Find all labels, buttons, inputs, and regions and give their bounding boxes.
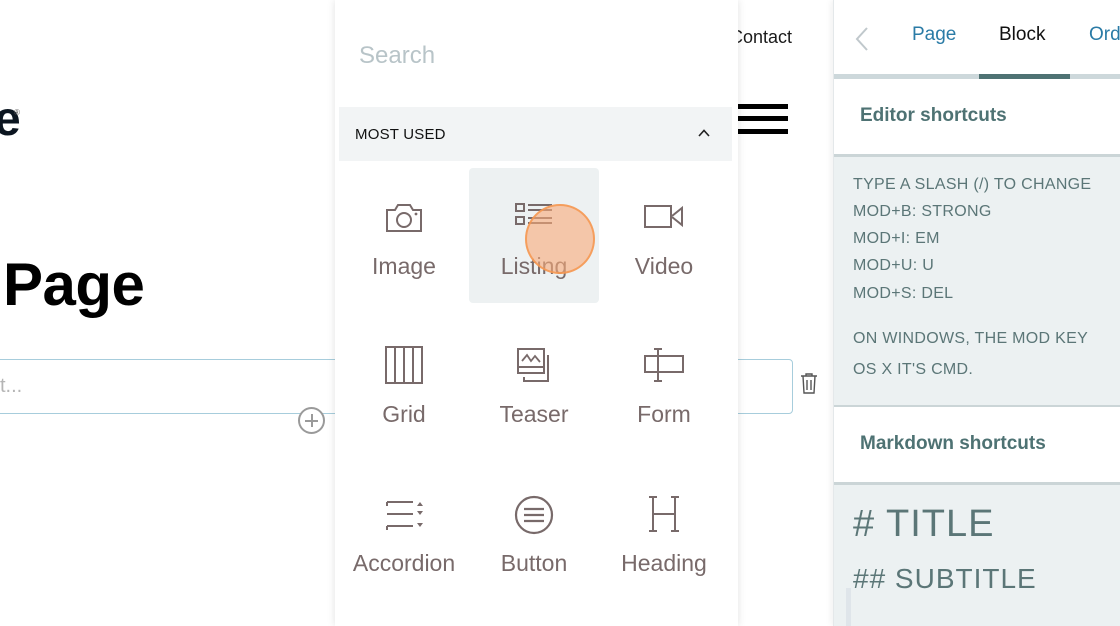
nav-link-contact[interactable]: Contact [730, 27, 792, 48]
block-option-image[interactable]: Image [339, 168, 469, 303]
block-option-button[interactable]: Button [469, 465, 599, 600]
trash-icon[interactable] [799, 372, 819, 394]
markdown-shortcuts-header[interactable]: Markdown shortcuts [834, 407, 1120, 483]
block-option-grid[interactable]: Grid [339, 316, 469, 451]
block-label: Teaser [499, 401, 569, 427]
accordion-icon [386, 501, 423, 530]
shortcut-line: MOD+S: DEL [853, 285, 954, 302]
block-option-heading[interactable]: Heading [599, 465, 729, 600]
form-field-icon [644, 348, 684, 382]
group-most-used[interactable]: MOST USED [339, 107, 732, 161]
block-option-listing[interactable]: Listing [469, 168, 599, 303]
plus-circle-icon[interactable] [298, 407, 325, 434]
section-title: Markdown shortcuts [860, 433, 1046, 454]
block-label: Button [500, 550, 568, 576]
video-camera-icon [644, 205, 683, 228]
teaser-image-icon [517, 348, 549, 382]
block-label: Form [637, 401, 691, 427]
markdown-shortcuts-body: # TITLE ## SUBTITLE [834, 485, 1120, 626]
shortcut-line: MOD+U: U [853, 257, 935, 274]
shortcut-note: ON WINDOWS, THE MOD KEY [853, 330, 1089, 347]
sidebar: Page Block Order Editor shortcuts TYPE A… [833, 0, 1120, 626]
sidebar-tabs: Page Block Order [834, 0, 1120, 79]
logo-registered-mark: ® [14, 108, 20, 117]
block-label: Heading [621, 550, 707, 576]
block-chooser: MOST USED Image Listing [335, 0, 738, 626]
shortcut-line: MOD+B: STRONG [853, 203, 992, 220]
editor-shortcuts-body: TYPE A SLASH (/) TO CHANGE MOD+B: STRONG… [834, 157, 1120, 407]
group-title: MOST USED [355, 126, 446, 143]
page-title[interactable]: Page [3, 255, 145, 315]
hamburger-icon[interactable] [738, 104, 788, 136]
block-option-accordion[interactable]: Accordion [339, 465, 469, 600]
tab-order[interactable]: Order [1089, 24, 1120, 46]
site-logo[interactable]: e [0, 96, 21, 144]
block-label: Video [634, 253, 694, 279]
scrollbar[interactable] [846, 588, 851, 626]
block-option-teaser[interactable]: Teaser [469, 316, 599, 451]
section-title: Editor shortcuts [860, 105, 1007, 126]
tab-block[interactable]: Block [999, 24, 1045, 46]
chevron-left-icon[interactable] [854, 26, 870, 52]
grid-columns-icon [385, 346, 423, 384]
markdown-title-example: # TITLE [853, 503, 995, 545]
block-label: Grid [382, 401, 426, 427]
block-option-video[interactable]: Video [599, 168, 729, 303]
markdown-subtitle-example: ## SUBTITLE [853, 563, 1037, 594]
shortcut-line: TYPE A SLASH (/) TO CHANGE [853, 176, 1092, 193]
block-label: Accordion [352, 550, 456, 576]
text-block-placeholder: t... [0, 375, 23, 397]
chevron-up-icon[interactable] [698, 127, 710, 139]
shortcut-line: MOD+I: EM [853, 230, 940, 247]
block-label: Listing [500, 253, 568, 279]
button-circle-icon [514, 495, 554, 535]
editor-shortcuts-header[interactable]: Editor shortcuts [834, 79, 1120, 157]
shortcut-note: OS X IT'S CMD. [853, 361, 974, 378]
camera-icon [386, 204, 422, 232]
block-label: Image [372, 253, 436, 279]
listing-icon [515, 203, 552, 225]
block-option-form[interactable]: Form [599, 316, 729, 451]
tab-page[interactable]: Page [912, 24, 956, 46]
heading-h-icon [649, 496, 679, 532]
block-search-input[interactable] [359, 42, 699, 70]
